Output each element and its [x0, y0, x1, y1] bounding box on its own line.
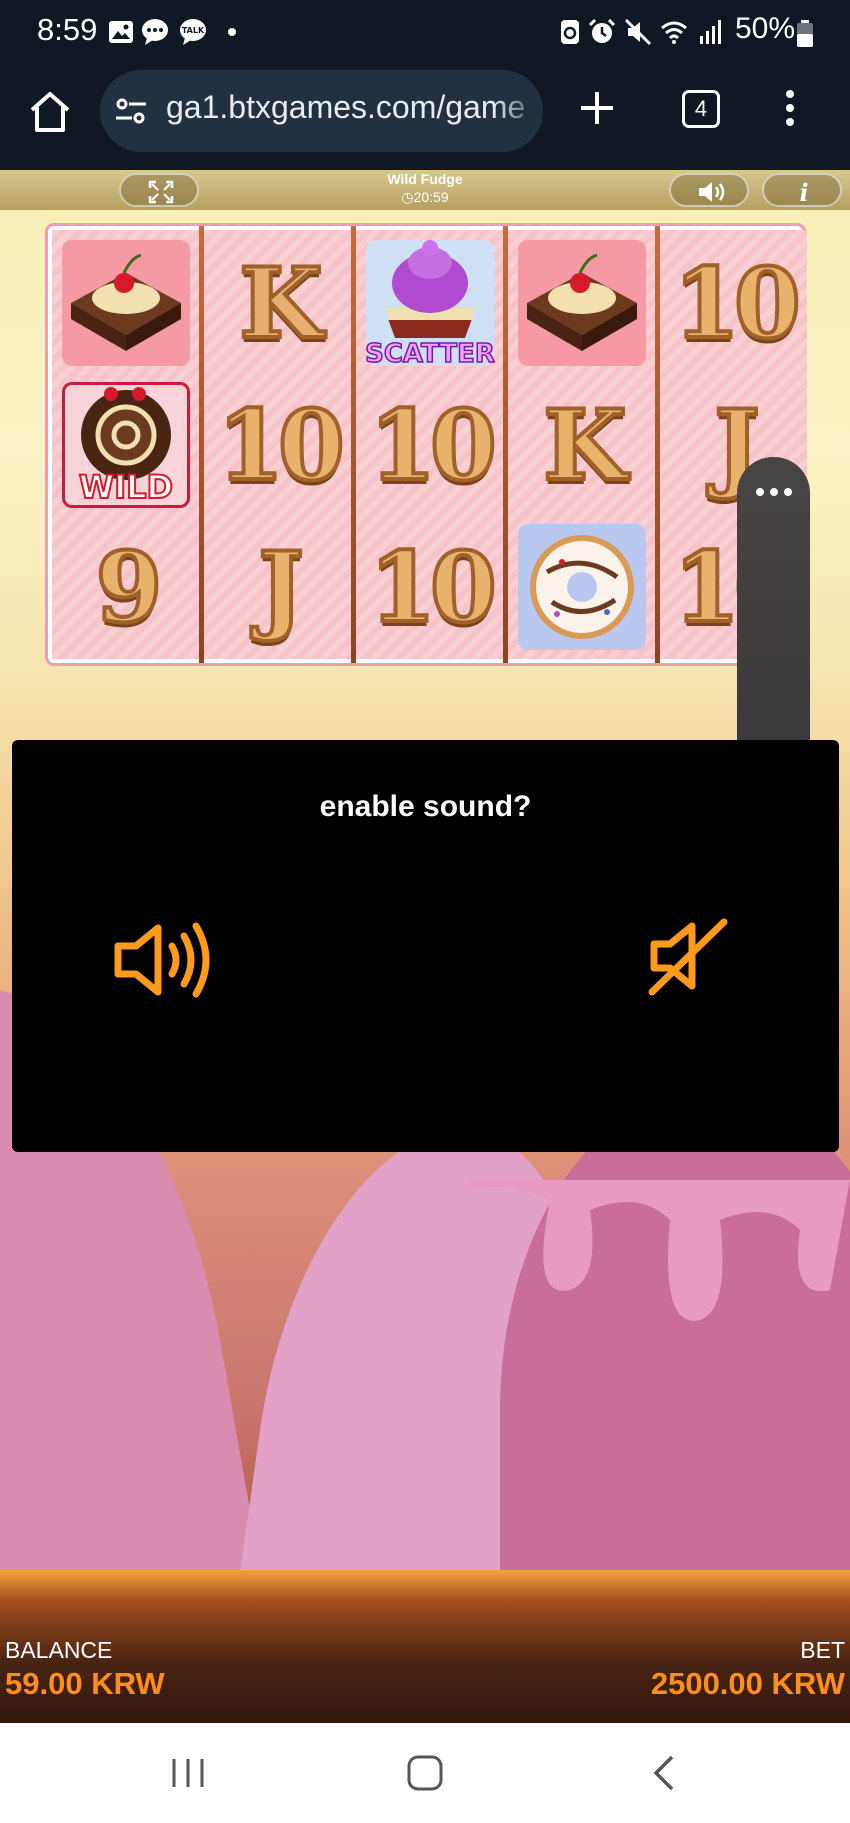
icing-drips: [470, 1180, 850, 1321]
signal-icon: [700, 20, 721, 44]
symbol-10: 10: [360, 376, 500, 514]
speaker-icon: [699, 182, 725, 202]
url-text[interactable]: ga1.btxgames.com/game: [166, 89, 525, 126]
battery-percent: 50%: [735, 12, 796, 45]
symbol-10-text: 10: [215, 387, 347, 504]
more-menu-icon[interactable]: [782, 88, 798, 128]
sound-on-icon[interactable]: [112, 920, 222, 1000]
symbol-j: J: [208, 518, 348, 656]
symbol-cake: [512, 234, 652, 372]
back-nav-icon[interactable]: [642, 1753, 686, 1793]
balance-value: 59.00 KRW: [5, 1666, 165, 1701]
gallery-icon: [109, 21, 133, 43]
clock-icon: ◷: [401, 189, 414, 205]
more-dots-icon[interactable]: [755, 487, 793, 497]
symbol-k-text: K: [237, 245, 324, 362]
game-canvas[interactable]: Wild Fudge ◷20:59 i WILD 9 K 10 J SCATTE…: [0, 170, 850, 1723]
symbol-scatter: SCATTER: [360, 234, 500, 372]
sync-icon: [561, 20, 579, 44]
balance-label: BALANCE: [5, 1637, 113, 1663]
mute-icon: [624, 18, 652, 46]
bet-label: BET: [800, 1637, 845, 1663]
sound-toggle-button[interactable]: [669, 173, 749, 207]
symbol-9-text: 9: [94, 529, 165, 646]
reel-3: SCATTER 10 10: [356, 230, 503, 659]
recent-apps-icon[interactable]: [166, 1753, 210, 1793]
new-tab-icon[interactable]: [577, 88, 617, 128]
symbol-10-text: 10: [367, 529, 499, 646]
symbol-cake: [56, 234, 196, 372]
bet-value[interactable]: 2500.00 KRW: [651, 1666, 845, 1702]
sound-off-icon[interactable]: [648, 916, 728, 996]
symbol-k: K: [512, 376, 652, 514]
game-clock-text: 20:59: [413, 189, 449, 205]
symbol-k-text: K: [541, 387, 628, 504]
symbol-donut: [512, 518, 652, 656]
status-bar: 8:59 TALK 50%: [0, 0, 850, 66]
home-nav-icon[interactable]: [403, 1753, 447, 1793]
alarm-icon: [588, 18, 616, 43]
reel-1: WILD 9: [52, 230, 199, 659]
svg-text:TALK: TALK: [182, 26, 205, 35]
symbol-10: 10: [208, 376, 348, 514]
wifi-icon: [661, 21, 687, 44]
battery-icon: [797, 20, 813, 47]
symbol-10-text: 10: [367, 387, 499, 504]
enable-sound-dialog: enable sound?: [12, 740, 839, 1152]
donut-icon: [530, 535, 634, 639]
info-icon: i: [799, 180, 808, 204]
status-time: 8:59: [37, 12, 98, 47]
browser-toolbar: ga1.btxgames.com/game 4: [0, 66, 850, 170]
system-nav-bar: [0, 1723, 850, 1823]
dialog-title: enable sound?: [319, 790, 532, 823]
site-settings-icon[interactable]: [114, 94, 148, 128]
svg-text:i: i: [799, 180, 808, 204]
symbol-j-text: J: [256, 529, 306, 646]
wild-label: WILD: [79, 468, 173, 506]
info-button[interactable]: i: [762, 173, 842, 207]
symbol-10: 10: [664, 234, 804, 372]
scatter-label: SCATTER: [365, 339, 495, 368]
talk-icon: TALK: [180, 19, 206, 45]
symbol-k: K: [208, 234, 348, 372]
scatter-cupcake-icon: SCATTER: [365, 240, 495, 368]
game-top-bar: Wild Fudge ◷20:59 i: [0, 170, 850, 210]
fudge-cake-icon: [527, 253, 637, 351]
chat-icon: [142, 19, 168, 45]
address-bar[interactable]: ga1.btxgames.com/game: [100, 70, 543, 152]
reel-2: K 10 J: [204, 230, 351, 659]
symbol-10-text: 10: [671, 245, 803, 362]
wild-roll-icon: WILD: [78, 387, 174, 507]
reel-4: K: [508, 230, 655, 659]
symbol-wild: WILD: [56, 376, 196, 514]
tab-switcher-button[interactable]: 4: [682, 90, 720, 128]
symbol-9: 9: [56, 518, 196, 656]
dot-icon: [228, 28, 236, 36]
symbol-10: 10: [360, 518, 500, 656]
fudge-cake-icon: [71, 253, 181, 351]
slot-reels[interactable]: WILD 9 K 10 J SCATTER 10 10 K 10 J 10: [48, 226, 807, 663]
home-icon[interactable]: [26, 88, 74, 136]
